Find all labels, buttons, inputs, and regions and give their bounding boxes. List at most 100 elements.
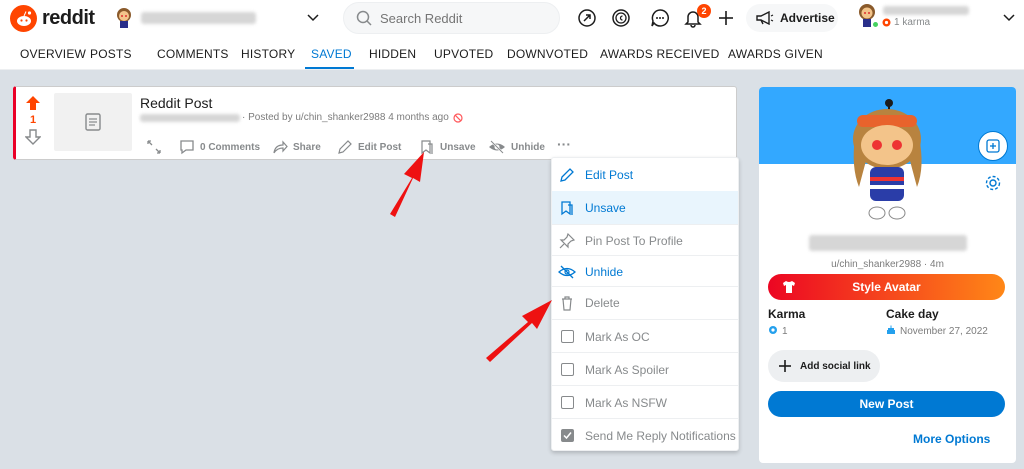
bookmark-icon: [558, 199, 576, 217]
community-selector[interactable]: [113, 4, 328, 32]
top-header: reddit 2: [0, 0, 1024, 37]
online-status-dot: [872, 21, 879, 28]
user-avatar-icon: [117, 8, 131, 28]
add-social-link-button[interactable]: Add social link: [768, 350, 880, 382]
more-options-ellipsis[interactable]: ···: [557, 136, 571, 152]
menu-item-mark-spoiler[interactable]: Mark As Spoiler: [552, 353, 738, 386]
post-title[interactable]: Reddit Post: [140, 95, 212, 111]
pin-icon: [558, 232, 576, 250]
karma-value: 1: [768, 325, 788, 338]
advertise-button[interactable]: Advertise: [746, 4, 838, 32]
snoo-avatar-icon: [853, 99, 922, 220]
reddit-wordmark[interactable]: reddit: [42, 7, 95, 30]
trash-icon: [558, 294, 576, 312]
cakeday-value: November 27, 2022: [886, 325, 988, 338]
menu-item-reply-notifications[interactable]: Send Me Reply Notifications: [552, 419, 738, 452]
profile-username: u/chin_shanker2988 · 4m: [831, 259, 944, 270]
cakeday-label: Cake day: [886, 307, 939, 321]
search-icon: [356, 10, 372, 26]
comments-button[interactable]: 0 Comments: [179, 139, 260, 155]
saved-post-card[interactable]: 1 Reddit Post · Posted by u/chin_shanker…: [13, 86, 737, 160]
username-blurred: [141, 12, 256, 24]
karma-icon: [768, 325, 778, 338]
checkbox-icon: [558, 394, 576, 412]
search-input[interactable]: [380, 10, 540, 26]
tab-saved[interactable]: SAVED: [311, 47, 352, 61]
post-meta: · Posted by u/chin_shanker2988 4 months …: [140, 112, 463, 123]
tab-posts[interactable]: POSTS: [90, 47, 132, 61]
menu-item-edit-post[interactable]: Edit Post: [552, 158, 738, 191]
tab-hidden[interactable]: HIDDEN: [369, 47, 416, 61]
vote-count: 1: [29, 114, 37, 126]
bookmark-icon: [421, 140, 433, 155]
coins-icon[interactable]: [611, 8, 631, 28]
menu-item-pin-post[interactable]: Pin Post To Profile: [552, 224, 738, 257]
search-bar[interactable]: [343, 2, 560, 34]
tab-comments[interactable]: COMMENTS: [157, 47, 229, 61]
notification-badge: 2: [697, 4, 711, 18]
menu-item-mark-nsfw[interactable]: Mark As NSFW: [552, 386, 738, 419]
downvote-icon[interactable]: [25, 129, 41, 145]
popular-icon[interactable]: [577, 8, 597, 28]
red-arrow-annotation: [390, 152, 424, 217]
post-options-menu: Edit Post Unsave Pin Post To Profile Unh…: [551, 157, 739, 451]
unsave-button[interactable]: Unsave: [419, 139, 476, 155]
create-post-plus-icon[interactable]: [716, 8, 736, 28]
user-menu[interactable]: 1 karma: [855, 2, 1024, 34]
plus-icon: [779, 360, 791, 372]
eye-slash-icon: [558, 263, 576, 281]
new-post-button[interactable]: New Post: [768, 391, 1005, 417]
edit-post-button[interactable]: Edit Post: [337, 139, 401, 155]
share-icon: [273, 140, 288, 154]
share-button[interactable]: Share: [272, 139, 321, 155]
megaphone-icon: [756, 11, 774, 25]
chevron-down-icon: [307, 14, 319, 22]
menu-item-unhide[interactable]: Unhide: [552, 255, 738, 288]
username-blurred: [883, 6, 969, 15]
removed-icon: [453, 112, 463, 123]
chat-icon[interactable]: [650, 8, 670, 28]
tab-awards-given[interactable]: AWARDS GIVEN: [728, 47, 823, 61]
karma-icon: [882, 18, 891, 27]
checkbox-icon: [558, 328, 576, 346]
shirt-icon: [783, 281, 795, 293]
red-arrow-annotation: [486, 300, 552, 362]
subreddit-blurred: [140, 113, 240, 122]
menu-item-unsave[interactable]: Unsave: [552, 191, 738, 224]
style-avatar-button[interactable]: Style Avatar: [768, 274, 1005, 300]
profile-card: u/chin_shanker2988 · 4m Style Avatar Kar…: [759, 87, 1016, 463]
chevron-down-icon: [1003, 14, 1015, 22]
unhide-button[interactable]: Unhide: [488, 139, 545, 155]
checkbox-checked-icon: [558, 427, 576, 445]
expand-icon: [147, 140, 161, 154]
tab-downvoted[interactable]: DOWNVOTED: [507, 47, 588, 61]
tab-upvoted[interactable]: UPVOTED: [434, 47, 493, 61]
karma-label: Karma: [768, 307, 806, 321]
tab-overview[interactable]: OVERVIEW: [20, 47, 86, 61]
advertise-label: Advertise: [780, 11, 835, 25]
pencil-icon: [338, 140, 352, 154]
eye-slash-icon: [489, 140, 505, 154]
menu-item-mark-oc[interactable]: Mark As OC: [552, 320, 738, 353]
text-post-icon: [85, 113, 101, 131]
upvote-icon[interactable]: [25, 95, 41, 111]
reddit-logo-icon[interactable]: [10, 5, 37, 32]
tab-history[interactable]: HISTORY: [241, 47, 295, 61]
comment-icon: [180, 140, 194, 155]
profile-tabs: OVERVIEW POSTS COMMENTS HISTORY SAVED HI…: [0, 37, 1024, 70]
expand-button[interactable]: [146, 139, 167, 155]
karma-count: 1 karma: [882, 17, 930, 28]
cake-icon: [886, 325, 896, 338]
more-options-link[interactable]: More Options: [913, 432, 990, 446]
display-name-blurred: [809, 235, 967, 251]
add-square-icon: [986, 139, 1000, 153]
tab-awards-received[interactable]: AWARDS RECEIVED: [600, 47, 719, 61]
add-to-profile-button[interactable]: [978, 131, 1008, 161]
active-tab-indicator: [305, 67, 354, 69]
vote-column: 1: [16, 87, 50, 159]
menu-item-delete[interactable]: Delete: [552, 286, 738, 319]
pencil-icon: [558, 166, 576, 184]
post-thumbnail[interactable]: [54, 93, 132, 151]
gear-icon[interactable]: [984, 174, 1002, 192]
checkbox-icon: [558, 361, 576, 379]
